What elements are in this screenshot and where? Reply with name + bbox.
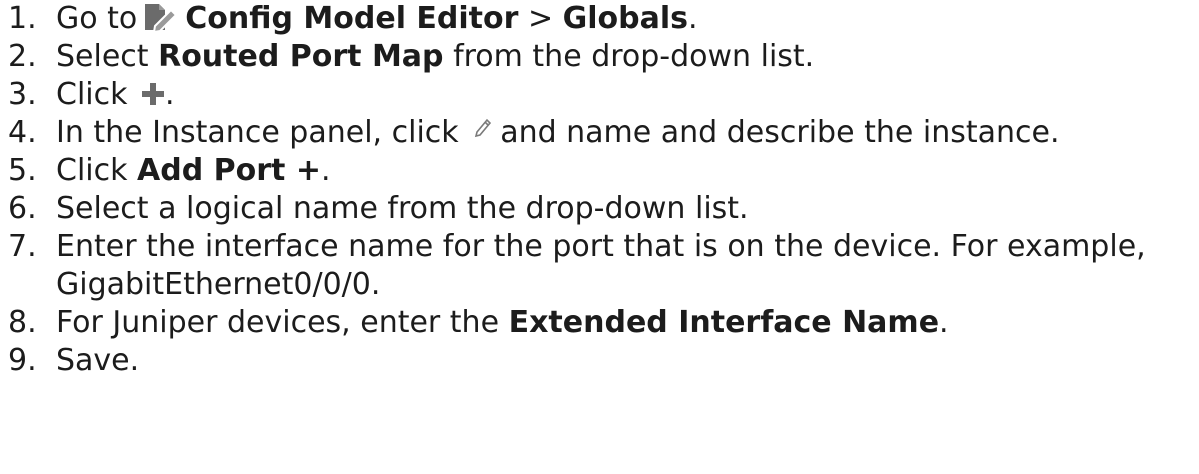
step-number: 6.	[8, 191, 37, 226]
step-prefix: Click	[56, 153, 138, 188]
step-number: 9.	[8, 343, 37, 378]
step-8: 8. For Juniper devices, enter the Extend…	[0, 304, 1199, 342]
step-number: 5.	[8, 153, 37, 188]
step-suffix: .	[165, 77, 175, 112]
step-text: In the Instance panel, click and name an…	[56, 114, 1189, 152]
step-text: Select Routed Port Map from the drop-dow…	[56, 38, 1189, 76]
pencil-icon	[474, 118, 492, 138]
step-number: 4.	[8, 115, 37, 150]
step-number: 8.	[8, 305, 37, 340]
step-4: 4. In the Instance panel, click and name…	[0, 114, 1199, 152]
step-5: 5. Click Add Port +.	[0, 152, 1199, 190]
step-prefix: For Juniper devices, enter the	[56, 305, 509, 340]
step-text: Select a logical name from the drop-down…	[56, 191, 749, 226]
step-6: 6. Select a logical name from the drop-d…	[0, 190, 1199, 228]
step-prefix: Go to	[56, 1, 138, 36]
step-text: Click Add Port +.	[56, 152, 1189, 190]
extended-interface-name-label: Extended Interface Name	[508, 305, 940, 340]
step-2: 2. Select Routed Port Map from the drop-…	[0, 38, 1199, 76]
step-9: 9. Save.	[0, 342, 1199, 380]
step-prefix: Select	[56, 39, 159, 74]
edit-document-icon	[141, 2, 179, 32]
option-routed-port-map: Routed Port Map	[158, 39, 444, 74]
menu-config-model-editor: Config Model Editor	[185, 1, 519, 36]
step-number: 1.	[8, 1, 37, 36]
step-text: Save.	[56, 343, 140, 378]
step-text: For Juniper devices, enter the Extended …	[56, 304, 1189, 342]
plus-icon	[141, 82, 165, 106]
add-port-label: Add Port +	[137, 153, 321, 188]
step-prefix: In the Instance panel, click	[56, 115, 469, 150]
step-suffix: .	[688, 1, 698, 36]
step-7: 7. Enter the interface name for the port…	[0, 228, 1199, 304]
step-suffix: .	[939, 305, 949, 340]
step-1: 1. Go to Config Model Editor > Globals.	[0, 0, 1199, 38]
step-suffix: and name and describe the instance.	[500, 115, 1060, 150]
step-text: Enter the interface name for the port th…	[56, 229, 1146, 302]
step-suffix: from the drop-down list.	[443, 39, 815, 74]
step-3: 3. Click .	[0, 76, 1199, 114]
step-prefix: Click	[56, 77, 138, 112]
step-number: 7.	[8, 229, 37, 264]
step-text: Click .	[56, 76, 1189, 114]
instruction-steps: 1. Go to Config Model Editor > Globals. …	[0, 0, 1199, 380]
breadcrumb-separator: >	[518, 1, 563, 36]
menu-globals: Globals	[562, 1, 689, 36]
step-number: 3.	[8, 77, 37, 112]
step-suffix: .	[320, 153, 331, 188]
step-number: 2.	[8, 39, 37, 74]
step-text: Go to Config Model Editor > Globals.	[56, 0, 1189, 38]
